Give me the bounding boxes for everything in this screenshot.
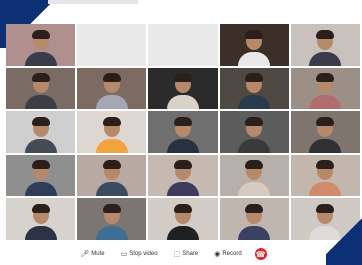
phone-end-icon: ☎ xyxy=(255,249,266,259)
record-icon: ◉ xyxy=(214,251,221,258)
participant-tile[interactable] xyxy=(77,198,147,240)
participant-avatar xyxy=(237,156,271,197)
stop-video-button[interactable]: ▭ Stop video xyxy=(118,248,161,260)
participant-avatar xyxy=(166,156,200,197)
participant-tile[interactable] xyxy=(219,111,289,153)
participant-avatar xyxy=(308,156,342,197)
window-title-bar xyxy=(48,0,138,4)
participant-tile[interactable] xyxy=(77,111,147,153)
mute-label: Mute xyxy=(91,251,105,257)
participant-tile[interactable] xyxy=(77,67,147,110)
participant-avatar xyxy=(95,69,129,110)
video-camera-icon: ▭ xyxy=(120,251,128,258)
participant-tile[interactable] xyxy=(219,198,289,240)
participant-avatar xyxy=(166,69,200,110)
participant-tile[interactable] xyxy=(6,198,76,240)
participant-tile[interactable] xyxy=(219,24,289,66)
participant-tile[interactable] xyxy=(290,67,360,110)
share-label: Share xyxy=(182,251,199,257)
participant-tile[interactable] xyxy=(6,67,76,110)
participant-avatar xyxy=(24,113,58,153)
participant-avatar xyxy=(308,26,342,66)
participant-avatar xyxy=(95,113,129,153)
participant-tile[interactable] xyxy=(148,154,218,197)
participant-tile[interactable] xyxy=(290,111,360,153)
participant-avatar xyxy=(95,156,129,197)
participant-tile[interactable] xyxy=(148,67,218,110)
participant-avatar xyxy=(95,200,129,240)
stop-video-label: Stop video xyxy=(129,251,158,257)
participant-tile[interactable] xyxy=(290,154,360,197)
participant-tile[interactable] xyxy=(6,154,76,197)
mute-button[interactable]: 🎤︎ Mute xyxy=(77,248,107,260)
participant-tile[interactable] xyxy=(6,111,76,153)
microphone-icon: 🎤︎ xyxy=(80,251,90,258)
record-label: Record xyxy=(222,251,242,257)
participant-avatar xyxy=(308,113,342,153)
decorative-corner-bottom-right xyxy=(326,207,362,265)
participant-tile[interactable] xyxy=(148,24,218,66)
participant-avatar xyxy=(166,113,200,153)
participant-avatar xyxy=(166,200,200,240)
participant-tile[interactable] xyxy=(148,198,218,240)
participant-tile[interactable] xyxy=(6,24,76,66)
participant-avatar xyxy=(24,69,58,110)
share-button[interactable]: ⬚ Share xyxy=(171,248,202,260)
participant-avatar xyxy=(308,69,342,110)
record-button[interactable]: ◉ Record xyxy=(211,248,244,260)
participant-avatar xyxy=(24,200,58,240)
participant-tile[interactable] xyxy=(77,154,147,197)
participant-grid xyxy=(6,24,360,240)
participant-avatar xyxy=(24,26,58,66)
share-screen-icon: ⬚ xyxy=(173,251,181,258)
participant-avatar xyxy=(237,69,271,110)
participant-avatar xyxy=(237,26,271,66)
participant-avatar xyxy=(237,200,271,240)
participant-avatar xyxy=(24,156,58,197)
participant-tile[interactable] xyxy=(219,67,289,110)
participant-tile[interactable] xyxy=(219,154,289,197)
meeting-controls: 🎤︎ Mute ▭ Stop video ⬚ Share ◉ Record ☎ xyxy=(22,244,322,264)
participant-tile[interactable] xyxy=(148,111,218,153)
end-call-button[interactable]: ☎ xyxy=(254,248,267,260)
participant-tile[interactable] xyxy=(290,24,360,66)
participant-avatar xyxy=(237,113,271,153)
participant-tile[interactable] xyxy=(77,24,147,66)
